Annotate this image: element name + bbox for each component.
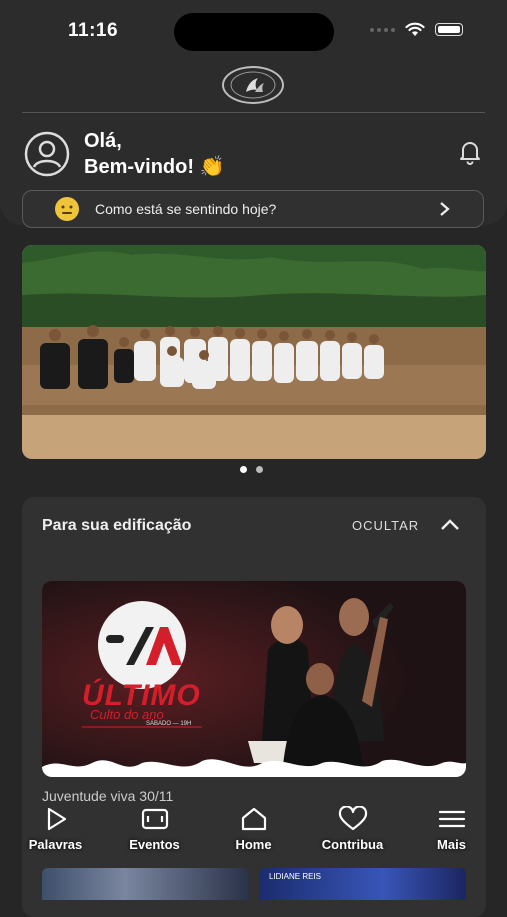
pager-dot[interactable] <box>256 466 263 473</box>
section-title: Para sua edificação <box>42 517 192 534</box>
bell-icon[interactable] <box>456 138 484 166</box>
mood-prompt-text: Como está se sentindo hoje? <box>95 201 277 217</box>
heart-icon <box>338 806 367 831</box>
video-thumbnail-next-2[interactable]: LIDIANE REIS <box>259 868 466 900</box>
nav-item-home[interactable]: Home <box>209 806 299 862</box>
chevron-right-icon <box>440 202 450 216</box>
user-avatar-icon[interactable] <box>24 131 70 177</box>
nav-item-mais[interactable]: Mais <box>407 806 497 862</box>
pager-dot-active[interactable] <box>240 466 247 473</box>
battery-icon <box>435 23 463 36</box>
greeting-line1: Olá, <box>84 130 122 152</box>
hide-section-button[interactable]: OCULTAR <box>352 518 419 533</box>
baptism-banner-image[interactable] <box>22 245 486 459</box>
video-thumbnail-row[interactable]: LIDIANE REIS <box>42 868 466 900</box>
greeting-line2: Bem-vindo! 👏 <box>84 156 225 178</box>
nav-item-palavras[interactable]: Palavras <box>11 806 101 862</box>
video-caption[interactable]: Juventude viva 30/11 <box>42 788 173 804</box>
play-icon <box>47 807 66 831</box>
nav-label-palavras: Palavras <box>28 837 83 852</box>
chevron-up-icon[interactable] <box>440 518 460 532</box>
wifi-icon <box>405 22 425 36</box>
nav-item-contribua[interactable]: Contribua <box>308 806 398 862</box>
status-indicators <box>370 22 463 37</box>
calendar-icon <box>141 808 168 830</box>
video-day-line: SÁBADO — 19H <box>146 721 192 727</box>
banner-pager[interactable] <box>240 466 263 473</box>
bottom-nav: Palavras Eventos Home Contribua Mais <box>0 806 507 862</box>
nav-label-contribua: Contribua <box>321 837 384 852</box>
nav-label-mais: Mais <box>437 837 466 852</box>
dynamic-island <box>174 13 334 51</box>
signal-icon <box>370 27 395 32</box>
video-thumbnail[interactable]: ÚLTIMO Culto do ano SÁBADO — 19H <box>42 581 466 777</box>
header-divider <box>22 112 485 113</box>
menu-icon <box>438 810 465 828</box>
nav-item-eventos[interactable]: Eventos <box>110 806 200 862</box>
home-icon <box>241 807 266 831</box>
greeting: Olá, Bem-vindo! 👏 <box>84 128 224 180</box>
mood-prompt-button[interactable]: Como está se sentindo hoje? <box>22 190 484 228</box>
nav-label-eventos: Eventos <box>129 837 180 852</box>
thumb-label: LIDIANE REIS <box>269 872 322 881</box>
neutral-face-icon <box>55 197 79 221</box>
video-title-line2: Culto do ano <box>90 707 164 722</box>
nav-label-home: Home <box>235 837 272 852</box>
church-logo <box>222 66 284 104</box>
status-time: 11:16 <box>68 20 119 41</box>
video-thumbnail-next[interactable] <box>42 868 249 900</box>
